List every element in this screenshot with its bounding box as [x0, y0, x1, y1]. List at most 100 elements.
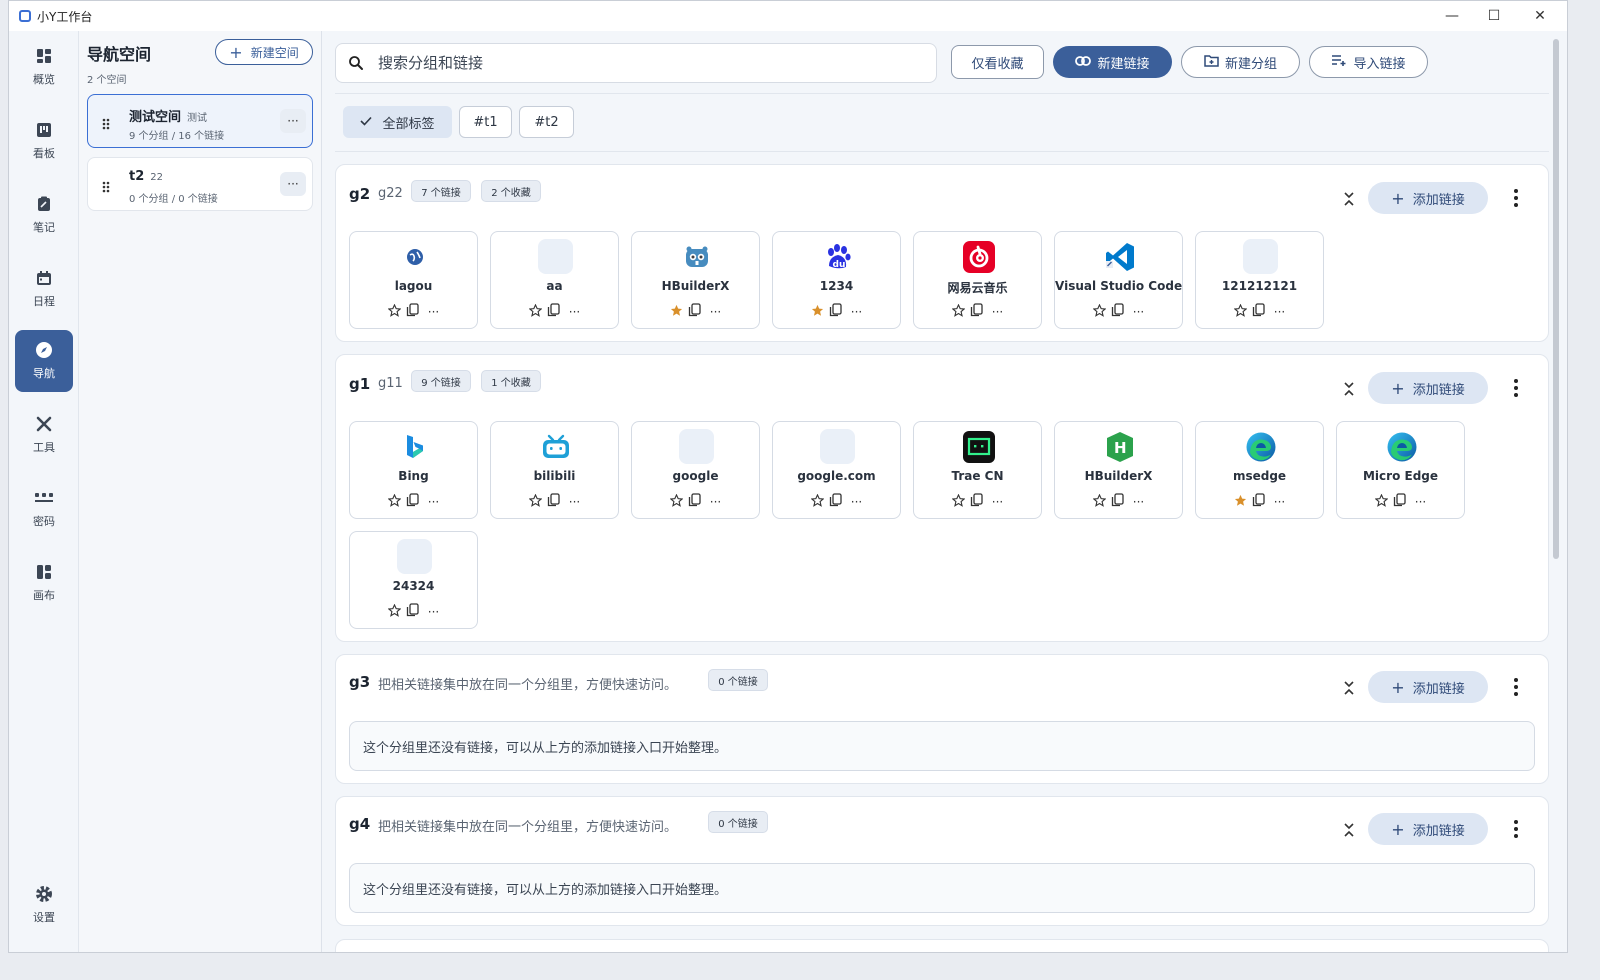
collapse-icon[interactable] [1339, 379, 1359, 399]
star-filled-icon[interactable] [1234, 492, 1247, 511]
copy-icon[interactable] [406, 302, 419, 321]
drag-handle-icon[interactable] [102, 178, 110, 193]
close-button[interactable]: ✕ [1517, 1, 1563, 31]
link-card[interactable]: msedge ··· [1195, 421, 1324, 519]
new-link-button[interactable]: 新建链接 [1053, 46, 1172, 78]
copy-icon[interactable] [406, 602, 419, 621]
add-link-button[interactable]: + 添加链接 [1368, 671, 1488, 703]
copy-icon[interactable] [547, 302, 560, 321]
group-menu-icon[interactable] [1508, 819, 1524, 839]
link-card[interactable]: google ··· [631, 421, 760, 519]
star-icon[interactable] [810, 492, 825, 511]
tag-filter-t2[interactable]: #t2 [519, 106, 574, 138]
import-links-button[interactable]: 导入链接 [1309, 46, 1428, 78]
space-more-button[interactable]: ··· [280, 109, 306, 133]
add-link-button[interactable]: + 添加链接 [1368, 813, 1488, 845]
copy-icon[interactable] [829, 302, 842, 321]
copy-icon[interactable] [1111, 492, 1124, 511]
space-item-test[interactable]: 测试空间 测试 9 个分组 / 16 个链接 ··· [87, 94, 313, 148]
group-menu-icon[interactable] [1508, 188, 1524, 208]
space-item-t2[interactable]: t2 22 0 个分组 / 0 个链接 ··· [87, 157, 313, 211]
collapse-icon[interactable] [1339, 189, 1359, 209]
scrollbar-thumb[interactable] [1553, 39, 1559, 559]
rail-item-tools[interactable]: 工具 [15, 404, 73, 466]
link-card[interactable]: HBuilderX ··· [631, 231, 760, 329]
rail-item-notes[interactable]: 笔记 [15, 184, 73, 246]
copy-icon[interactable] [970, 302, 983, 321]
link-card[interactable]: Micro Edge ··· [1336, 421, 1465, 519]
star-icon[interactable] [387, 302, 402, 321]
copy-icon[interactable] [1252, 492, 1265, 511]
more-icon[interactable]: ··· [1274, 305, 1285, 319]
link-card[interactable]: du 1234 ··· [772, 231, 901, 329]
star-icon[interactable] [951, 302, 966, 321]
star-icon[interactable] [1092, 302, 1107, 321]
more-icon[interactable]: ··· [992, 495, 1003, 509]
scrollbar[interactable] [1551, 31, 1561, 952]
more-icon[interactable]: ··· [851, 495, 862, 509]
rail-item-overview[interactable]: 概览 [15, 36, 73, 98]
tag-filter-all[interactable]: 全部标签 [343, 106, 452, 138]
more-icon[interactable]: ··· [569, 305, 580, 319]
drag-handle-icon[interactable] [102, 115, 110, 130]
star-icon[interactable] [1233, 302, 1248, 321]
link-card[interactable]: lagou ··· [349, 231, 478, 329]
link-card[interactable]: aa ··· [490, 231, 619, 329]
more-icon[interactable]: ··· [851, 305, 862, 319]
star-icon[interactable] [669, 492, 684, 511]
link-card[interactable]: 24324 ··· [349, 531, 478, 629]
space-more-button[interactable]: ··· [280, 172, 306, 196]
rail-item-calendar[interactable]: 日程 [15, 258, 73, 320]
link-card[interactable]: google.com ··· [772, 421, 901, 519]
copy-icon[interactable] [970, 492, 983, 511]
star-filled-icon[interactable] [670, 302, 683, 321]
star-icon[interactable] [528, 302, 543, 321]
more-icon[interactable]: ··· [428, 305, 439, 319]
copy-icon[interactable] [829, 492, 842, 511]
more-icon[interactable]: ··· [1133, 495, 1144, 509]
maximize-button[interactable]: ☐ [1471, 1, 1517, 31]
more-icon[interactable]: ··· [992, 305, 1003, 319]
rail-item-kanban[interactable]: 看板 [15, 110, 73, 172]
copy-icon[interactable] [1393, 492, 1406, 511]
star-icon[interactable] [528, 492, 543, 511]
more-icon[interactable]: ··· [710, 305, 721, 319]
copy-icon[interactable] [547, 492, 560, 511]
add-link-button[interactable]: + 添加链接 [1368, 372, 1488, 404]
collapse-icon[interactable] [1339, 820, 1359, 840]
copy-icon[interactable] [688, 492, 701, 511]
new-space-button[interactable]: + 新建空间 [215, 39, 313, 65]
tag-filter-t1[interactable]: #t1 [459, 106, 512, 138]
copy-icon[interactable] [406, 492, 419, 511]
star-icon[interactable] [951, 492, 966, 511]
rail-item-navigation[interactable]: 导航 [15, 330, 73, 392]
link-card[interactable]: Trae CN ··· [913, 421, 1042, 519]
group-menu-icon[interactable] [1508, 677, 1524, 697]
more-icon[interactable]: ··· [1274, 495, 1285, 509]
copy-icon[interactable] [1111, 302, 1124, 321]
rail-item-canvas[interactable]: 画布 [15, 552, 73, 614]
link-card[interactable]: 网易云音乐 ··· [913, 231, 1042, 329]
new-group-button[interactable]: 新建分组 [1181, 46, 1300, 78]
copy-icon[interactable] [1252, 302, 1265, 321]
more-icon[interactable]: ··· [428, 495, 439, 509]
star-icon[interactable] [387, 602, 402, 621]
link-card[interactable]: H HBuilderX ··· [1054, 421, 1183, 519]
link-card[interactable]: Bing ··· [349, 421, 478, 519]
search-input[interactable] [378, 54, 878, 72]
star-icon[interactable] [1092, 492, 1107, 511]
favorites-only-button[interactable]: 仅看收藏 [951, 45, 1044, 79]
copy-icon[interactable] [688, 302, 701, 321]
collapse-icon[interactable] [1339, 678, 1359, 698]
more-icon[interactable]: ··· [1415, 495, 1426, 509]
link-card[interactable]: 121212121 ··· [1195, 231, 1324, 329]
rail-item-settings[interactable]: 设置 [15, 874, 73, 936]
more-icon[interactable]: ··· [1133, 305, 1144, 319]
link-card[interactable]: bilibili ··· [490, 421, 619, 519]
search-box[interactable] [335, 43, 937, 83]
link-card[interactable]: Visual Studio Code ··· [1054, 231, 1183, 329]
add-link-button[interactable]: + 添加链接 [1368, 182, 1488, 214]
star-icon[interactable] [387, 492, 402, 511]
group-menu-icon[interactable] [1508, 378, 1524, 398]
star-filled-icon[interactable] [811, 302, 824, 321]
